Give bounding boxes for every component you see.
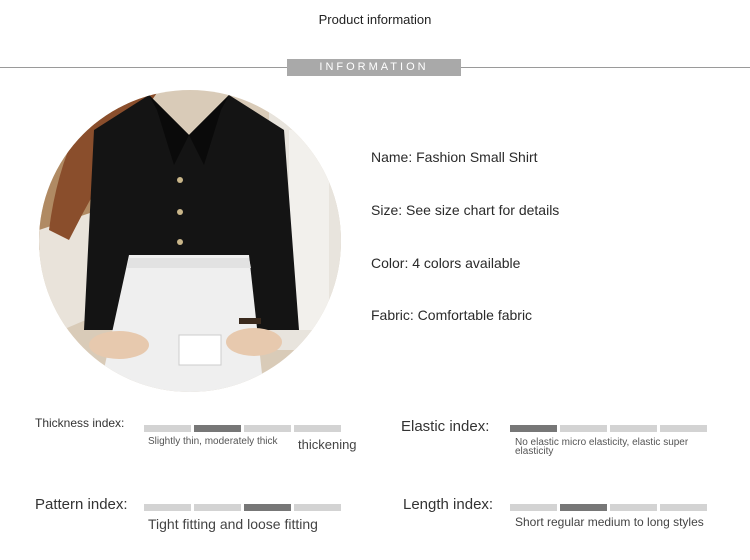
elastic-bar-2 [560, 425, 607, 432]
thickness-desc-left: Slightly thin, moderately thick [148, 436, 278, 447]
pattern-desc: Tight fitting and loose fitting [148, 516, 318, 532]
elastic-bar-1 [510, 425, 557, 432]
thickness-bar-4 [294, 425, 341, 432]
thickness-index-label: Thickness index: [35, 416, 125, 430]
pattern-index-bars [144, 504, 341, 511]
pattern-index-label: Pattern index: [35, 496, 128, 513]
thickness-bar-1 [144, 425, 191, 432]
pattern-bar-2 [194, 504, 241, 511]
section-banner: INFORMATION [287, 59, 461, 76]
thickness-bar-2 [194, 425, 241, 432]
thickness-bar-3 [244, 425, 291, 432]
elastic-index-bars [510, 425, 707, 432]
elastic-index-label: Elastic index: [401, 418, 490, 435]
product-fabric: Fabric: Comfortable fabric [371, 307, 533, 323]
page-title: Product information [318, 12, 432, 27]
product-name: Name: Fashion Small Shirt [371, 149, 538, 165]
elastic-desc: No elastic micro elasticity, elastic sup… [515, 437, 689, 457]
length-bar-4 [660, 504, 707, 511]
product-size: Size: See size chart for details [371, 202, 560, 218]
pattern-bar-1 [144, 504, 191, 511]
length-bar-2 [560, 504, 607, 511]
product-color: Color: 4 colors available [371, 255, 521, 271]
length-bar-1 [510, 504, 557, 511]
pattern-bar-3 [244, 504, 291, 511]
elastic-bar-3 [610, 425, 657, 432]
elastic-bar-4 [660, 425, 707, 432]
thickness-index-bars [144, 425, 341, 432]
length-bar-3 [610, 504, 657, 511]
length-index-label: Length index: [403, 496, 494, 513]
pattern-bar-4 [294, 504, 341, 511]
length-desc: Short regular medium to long styles [515, 515, 704, 529]
product-photo [39, 90, 341, 392]
thickness-desc-right: thickening [298, 437, 357, 452]
length-index-bars [510, 504, 707, 511]
